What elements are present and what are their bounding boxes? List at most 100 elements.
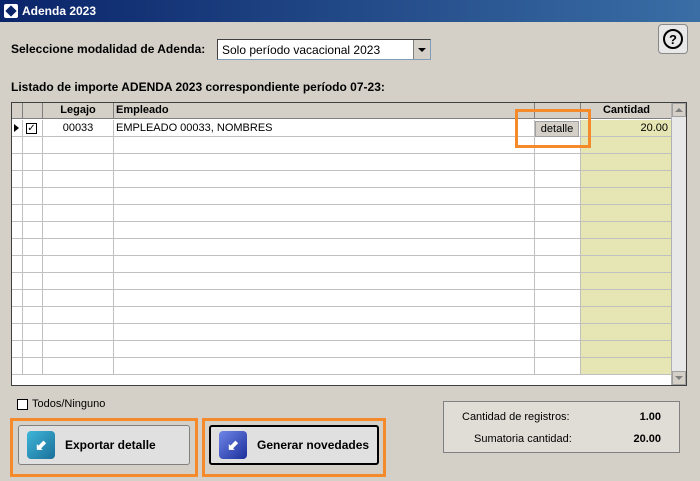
row-checkbox-cell [23, 137, 43, 153]
legajo-cell [43, 307, 114, 323]
table-row[interactable] [12, 273, 672, 290]
table-row[interactable] [12, 341, 672, 358]
generar-novedades-button[interactable]: ⬋ Generar novedades [209, 425, 379, 465]
row-checkbox-cell [23, 205, 43, 221]
table-row[interactable] [12, 222, 672, 239]
legajo-cell [43, 239, 114, 255]
legajo-cell [43, 205, 114, 221]
row-indicator [12, 324, 23, 340]
cantidad-cell: 20.00 [581, 120, 672, 136]
detalle-cell [535, 222, 581, 238]
row-checkbox-cell [23, 290, 43, 306]
row-indicator [12, 290, 23, 306]
cantidad-cell [581, 154, 672, 170]
exportar-detalle-button[interactable]: ⬋ Exportar detalle [18, 425, 190, 465]
row-checkbox-cell [23, 273, 43, 289]
empleado-cell [114, 307, 535, 323]
cantidad-header[interactable]: Cantidad [581, 103, 672, 119]
help-icon: ? [663, 29, 683, 49]
row-indicator [12, 273, 23, 289]
empleado-header[interactable]: Empleado [114, 103, 535, 119]
cantidad-cell [581, 188, 672, 204]
detalle-cell [535, 188, 581, 204]
legajo-cell [43, 222, 114, 238]
empleado-cell [114, 171, 535, 187]
row-indicator [12, 307, 23, 323]
row-checkbox-cell [23, 256, 43, 272]
table-row[interactable] [12, 239, 672, 256]
legajo-cell [43, 358, 114, 374]
empleado-cell [114, 358, 535, 374]
row-indicator-header [12, 103, 23, 119]
cantidad-cell [581, 358, 672, 374]
row-checkbox-cell [23, 307, 43, 323]
summary-panel: Cantidad de registros: 1.00 Sumatoria ca… [443, 401, 680, 453]
todos-checkbox[interactable] [17, 398, 28, 410]
legajo-header[interactable]: Legajo [43, 103, 114, 119]
chevron-down-icon[interactable] [413, 40, 430, 59]
cantidad-cell [581, 171, 672, 187]
legajo-cell [43, 137, 114, 153]
generate-icon: ⬋ [219, 431, 247, 459]
export-icon: ⬋ [27, 431, 55, 459]
scroll-up-icon[interactable] [672, 103, 686, 117]
legajo-cell [43, 154, 114, 170]
registros-value: 1.00 [639, 411, 661, 423]
table-row[interactable] [12, 290, 672, 307]
detalle-cell [535, 273, 581, 289]
detalle-cell [535, 358, 581, 374]
sumatoria-value: 20.00 [633, 433, 661, 445]
detalle-cell [535, 256, 581, 272]
modalidad-select[interactable]: Solo período vacacional 2023 [217, 39, 431, 60]
detalle-cell [535, 307, 581, 323]
empleado-cell [114, 188, 535, 204]
modalidad-selected: Solo período vacacional 2023 [222, 43, 381, 57]
empleado-cell: EMPLEADO 00033, NOMBRES [114, 120, 535, 136]
vertical-scrollbar[interactable] [671, 103, 686, 385]
row-checkbox[interactable]: ✓ [26, 123, 37, 134]
detalle-highlight [515, 109, 591, 148]
table-row[interactable] [12, 154, 672, 171]
row-indicator [12, 341, 23, 357]
modalidad-label: Seleccione modalidad de Adenda: [11, 42, 206, 56]
legajo-cell [43, 273, 114, 289]
cantidad-cell [581, 341, 672, 357]
row-checkbox-cell [23, 324, 43, 340]
detalle-cell [535, 205, 581, 221]
empleado-cell [114, 341, 535, 357]
table-row[interactable] [12, 171, 672, 188]
todos-ninguno-toggle[interactable]: Todos/Ninguno [17, 398, 105, 410]
title-bar: Adenda 2023 [0, 0, 700, 22]
row-checkbox-cell [23, 222, 43, 238]
empleado-cell [114, 222, 535, 238]
adenda-window: Adenda 2023 Seleccione modalidad de Aden… [0, 0, 700, 481]
todos-label: Todos/Ninguno [32, 398, 106, 410]
table-row[interactable] [12, 324, 672, 341]
row-indicator [12, 239, 23, 255]
legajo-cell [43, 290, 114, 306]
exportar-label: Exportar detalle [65, 438, 156, 452]
scroll-down-icon[interactable] [672, 371, 686, 385]
help-button[interactable]: ? [658, 24, 688, 54]
table-row[interactable] [12, 188, 672, 205]
legajo-cell [43, 188, 114, 204]
empleado-cell [114, 239, 535, 255]
cantidad-cell [581, 222, 672, 238]
row-indicator [12, 154, 23, 170]
table-row[interactable] [12, 358, 672, 375]
empleado-cell [114, 154, 535, 170]
row-indicator [12, 171, 23, 187]
empleado-cell [114, 137, 535, 153]
table-row[interactable] [12, 205, 672, 222]
generar-label: Generar novedades [257, 438, 370, 452]
empleado-cell [114, 324, 535, 340]
row-indicator [12, 358, 23, 374]
legajo-cell [43, 171, 114, 187]
table-row[interactable] [12, 307, 672, 324]
row-indicator [12, 137, 23, 153]
row-indicator [12, 205, 23, 221]
registros-label: Cantidad de registros: [462, 411, 570, 423]
legajo-cell [43, 324, 114, 340]
table-row[interactable] [12, 256, 672, 273]
legajo-cell [43, 341, 114, 357]
